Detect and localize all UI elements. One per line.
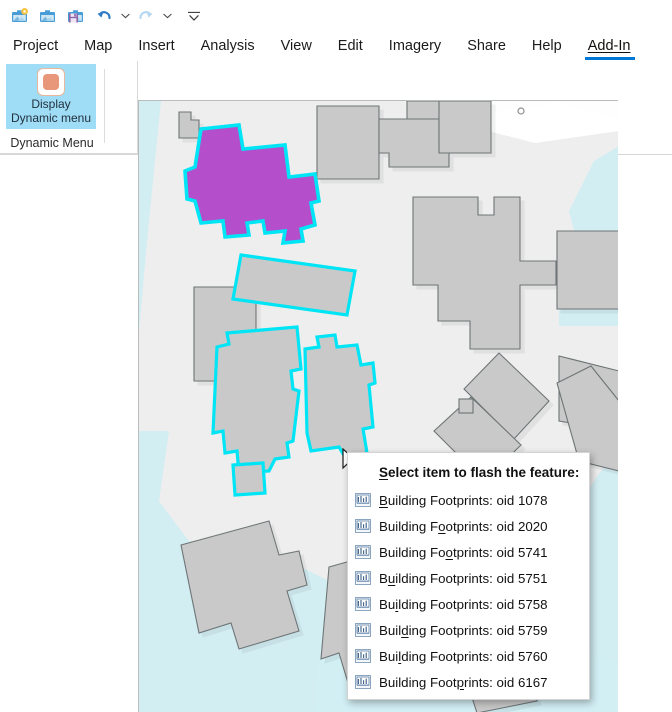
menu-item-label: Building Footprints: oid 5759 <box>379 623 548 638</box>
menu-item-label: Building Footprints: oid 1078 <box>379 493 548 508</box>
menu-item-oid-6167[interactable]: Building Footprints: oid 6167 <box>348 669 589 695</box>
active-tab-indicator <box>585 57 636 60</box>
tab-label: Map <box>84 38 112 54</box>
display-dynamic-menu-button[interactable]: Display Dynamic menu <box>6 64 96 129</box>
building-footprint <box>317 106 379 179</box>
tab-label: Help <box>532 38 562 54</box>
menu-item-oid-5759[interactable]: Building Footprints: oid 5759 <box>348 617 589 643</box>
tab-share[interactable]: Share <box>454 31 519 61</box>
tab-label: Add-In <box>588 38 631 54</box>
redo-dropdown-icon[interactable] <box>160 3 174 29</box>
ribbon-group-dynamic-menu: Display Dynamic menu Dynamic Menu <box>0 61 138 154</box>
group-divider <box>104 69 105 143</box>
tab-add-in[interactable]: Add-In <box>575 31 644 61</box>
arcgis-pro-window: Project Map Insert Analysis View Edit Im… <box>0 0 672 712</box>
menu-item-oid-5760[interactable]: Building Footprints: oid 5760 <box>348 643 589 669</box>
menu-item-label: Building Footprints: oid 5751 <box>379 571 548 586</box>
menu-item-oid-5741[interactable]: Building Footprints: oid 5741 <box>348 539 589 565</box>
selected-building-footprint <box>233 463 265 495</box>
context-menu-header-label: Select item to flash the feature: <box>379 465 579 480</box>
menu-item-label: Building Footprints: oid 5758 <box>379 597 548 612</box>
undo-dropdown-icon[interactable] <box>118 3 132 29</box>
menu-item-label: Building Footprints: oid 6167 <box>379 675 548 690</box>
selected-building-footprint <box>213 327 301 473</box>
menu-item-oid-1078[interactable]: Building Footprints: oid 1078 <box>348 487 589 513</box>
table-chart-icon <box>355 518 371 534</box>
table-chart-icon <box>355 622 371 638</box>
orange-square-icon <box>37 68 65 96</box>
button-label-line2: Dynamic menu <box>11 111 91 125</box>
quick-access-toolbar <box>0 0 672 31</box>
menu-item-oid-2020[interactable]: Building Footprints: oid 2020 <box>348 513 589 539</box>
tab-view[interactable]: View <box>268 31 325 61</box>
customize-qat-icon[interactable] <box>180 3 208 29</box>
tab-insert[interactable]: Insert <box>125 31 187 61</box>
table-chart-icon <box>355 674 371 690</box>
table-chart-icon <box>355 492 371 508</box>
button-label-line1: Display <box>31 97 70 111</box>
redo-icon[interactable] <box>132 3 160 29</box>
save-project-icon[interactable] <box>62 3 90 29</box>
tab-label: Insert <box>138 38 174 54</box>
menu-item-label: Building Footprints: oid 2020 <box>379 519 548 534</box>
menu-item-oid-5758[interactable]: Building Footprints: oid 5758 <box>348 591 589 617</box>
tab-label: Imagery <box>389 38 441 54</box>
undo-icon[interactable] <box>90 3 118 29</box>
table-chart-icon <box>355 648 371 664</box>
tab-project[interactable]: Project <box>0 31 71 61</box>
context-menu-header: Select item to flash the feature: <box>348 457 589 487</box>
tab-help[interactable]: Help <box>519 31 575 61</box>
building-footprint <box>439 101 491 153</box>
table-chart-icon <box>355 596 371 612</box>
tab-analysis[interactable]: Analysis <box>188 31 268 61</box>
building-footprint <box>557 231 618 309</box>
table-chart-icon <box>355 544 371 560</box>
tab-label: Edit <box>338 38 363 54</box>
tab-label: View <box>281 38 312 54</box>
ribbon-group-label: Dynamic Menu <box>0 136 104 150</box>
dynamic-context-menu[interactable]: Select item to flash the feature: Buildi… <box>347 452 590 700</box>
tab-label: Share <box>467 38 506 54</box>
open-project-icon[interactable] <box>34 3 62 29</box>
menu-item-label: Building Footprints: oid 5741 <box>379 545 548 560</box>
tab-label: Analysis <box>201 38 255 54</box>
menu-item-oid-5751[interactable]: Building Footprints: oid 5751 <box>348 565 589 591</box>
tab-edit[interactable]: Edit <box>325 31 376 61</box>
ribbon-tabstrip: Project Map Insert Analysis View Edit Im… <box>0 31 672 61</box>
tab-imagery[interactable]: Imagery <box>376 31 454 61</box>
menu-item-label: Building Footprints: oid 5760 <box>379 649 548 664</box>
tab-label: Project <box>13 38 58 54</box>
building-footprint <box>459 399 473 413</box>
new-project-icon[interactable] <box>6 3 34 29</box>
table-chart-icon <box>355 570 371 586</box>
tab-map[interactable]: Map <box>71 31 125 61</box>
